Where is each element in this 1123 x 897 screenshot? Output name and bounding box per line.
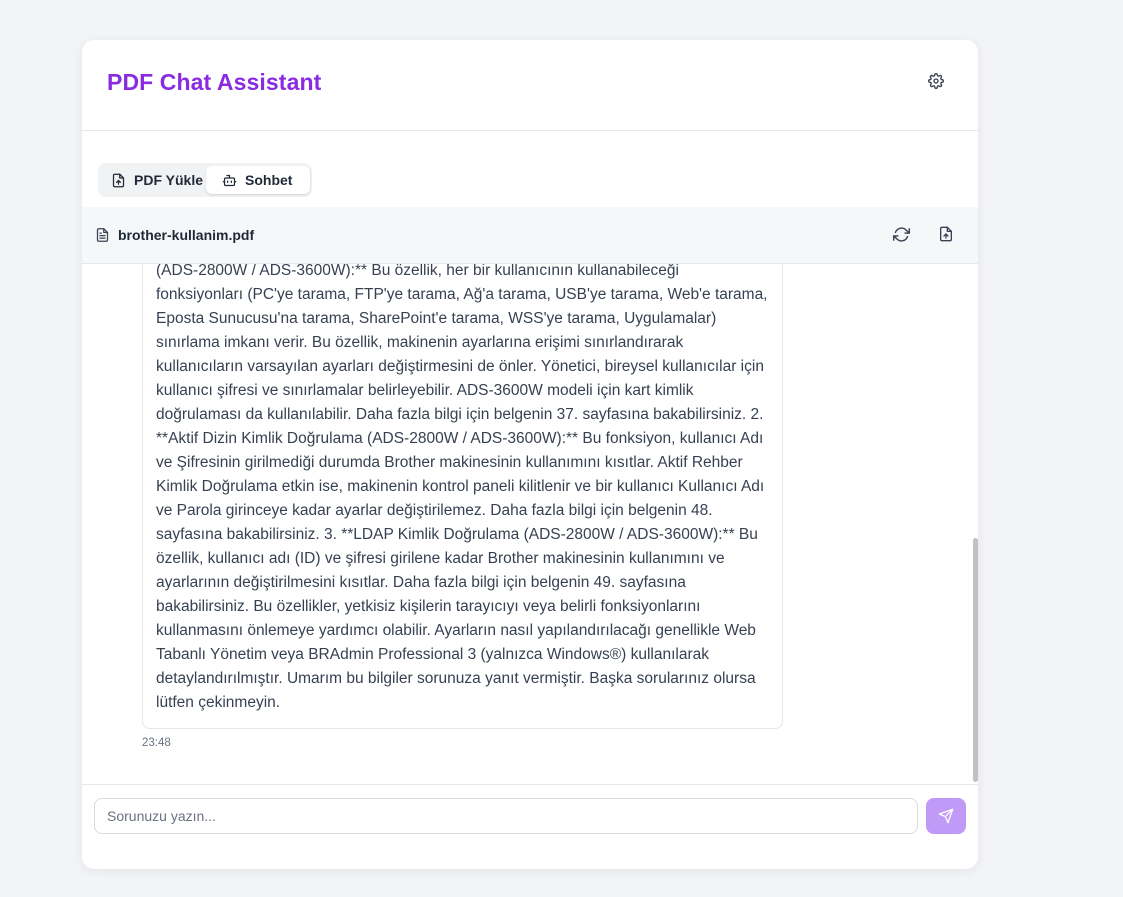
settings-button[interactable] [922, 67, 950, 95]
file-name: brother-kullanim.pdf [118, 227, 255, 243]
tab-pdf-upload[interactable]: PDF Yükle [104, 166, 204, 194]
message-timestamp: 23:48 [142, 737, 171, 749]
gear-icon [928, 73, 944, 89]
file-bar: brother-kullanim.pdf [82, 207, 978, 264]
tab-list: PDF Yükle Sohbet [98, 163, 312, 197]
refresh-icon [893, 227, 910, 242]
header: PDF Chat Assistant [82, 40, 978, 131]
file-text-icon [96, 228, 109, 242]
send-button[interactable] [926, 798, 966, 834]
composer [82, 784, 978, 869]
file-upload-icon [112, 173, 125, 187]
send-icon [938, 808, 954, 824]
refresh-button[interactable] [893, 226, 913, 246]
question-input[interactable] [94, 798, 918, 834]
chat-card: PDF Chat Assistant PDF Yükle Sohbet brot… [82, 40, 978, 869]
message-text: (ADS-2800W / ADS-3600W):** Bu özellik, h… [156, 264, 768, 711]
upload-new-pdf-button[interactable] [938, 226, 958, 246]
message-list[interactable]: (ADS-2800W / ADS-3600W):** Bu özellik, h… [82, 264, 978, 784]
tab-label: Sohbet [245, 172, 293, 188]
scrollbar-thumb[interactable] [973, 538, 978, 782]
assistant-message: (ADS-2800W / ADS-3600W):** Bu özellik, h… [142, 264, 783, 729]
tab-chat[interactable]: Sohbet [206, 166, 310, 194]
bot-icon [222, 174, 237, 186]
tab-label: PDF Yükle [134, 172, 203, 188]
file-upload-icon [940, 226, 952, 242]
app-title: PDF Chat Assistant [107, 69, 322, 95]
